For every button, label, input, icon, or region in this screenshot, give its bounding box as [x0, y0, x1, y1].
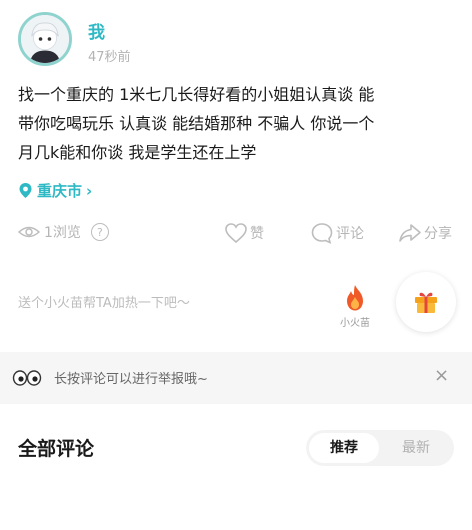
comments-section: 全部评论 推荐 最新: [0, 404, 472, 530]
gift-box-icon: [415, 292, 437, 313]
sort-toggle: 推荐 最新: [306, 430, 454, 466]
heart-icon: [225, 223, 247, 244]
eye-icon: [18, 226, 40, 238]
comment-icon: [311, 223, 333, 244]
close-icon[interactable]: ×: [434, 365, 449, 386]
avatar-image: [21, 15, 69, 63]
post-timestamp: 47秒前: [88, 50, 131, 65]
report-tip-bar: 长按评论可以进行举报哦~ ×: [0, 352, 472, 404]
comments-title: 全部评论: [18, 438, 95, 460]
location-tag[interactable]: 重庆市 ›: [18, 180, 92, 201]
post-content: 找一个重庆的 1米七几长得好看的小姐姐认真谈 能 带你吃喝玩乐 认真谈 能结婚那…: [18, 85, 375, 162]
location-pin-icon: [19, 183, 32, 198]
avatar[interactable]: [18, 12, 72, 66]
view-count-label: 1浏览: [44, 225, 81, 241]
comment-label: 评论: [336, 226, 364, 242]
like-label: 赞: [250, 226, 264, 242]
sort-recommended-tab[interactable]: 推荐: [309, 433, 379, 463]
share-icon: [399, 224, 421, 242]
flame-icon: [347, 285, 363, 311]
gift-row: 送个小火苗帮TA加热一下吧～ 小火苗: [0, 270, 472, 340]
chevron-right-icon: ›: [86, 181, 93, 200]
comment-button[interactable]: 评论: [310, 222, 364, 244]
author-name[interactable]: 我: [88, 18, 105, 43]
sort-latest-tab[interactable]: 最新: [381, 433, 451, 463]
eyes-icon: [12, 370, 42, 386]
gift-hint: 送个小火苗帮TA加热一下吧～: [18, 296, 190, 311]
report-tip-text: 长按评论可以进行举报哦~: [54, 372, 208, 387]
share-label: 分享: [424, 226, 452, 242]
fire-label: 小火苗: [340, 318, 370, 329]
stats-row: 1浏览 ? 赞 评论 分享: [18, 222, 464, 246]
like-button[interactable]: 赞: [224, 222, 264, 244]
share-button[interactable]: 分享: [398, 222, 452, 244]
fire-button[interactable]: 小火苗: [335, 284, 375, 329]
location-label: 重庆市: [37, 182, 83, 200]
view-count: 1浏览 ?: [18, 222, 109, 242]
post-header: 我 47秒前: [18, 12, 458, 68]
gift-button[interactable]: [396, 272, 456, 332]
help-icon[interactable]: ?: [90, 223, 109, 241]
